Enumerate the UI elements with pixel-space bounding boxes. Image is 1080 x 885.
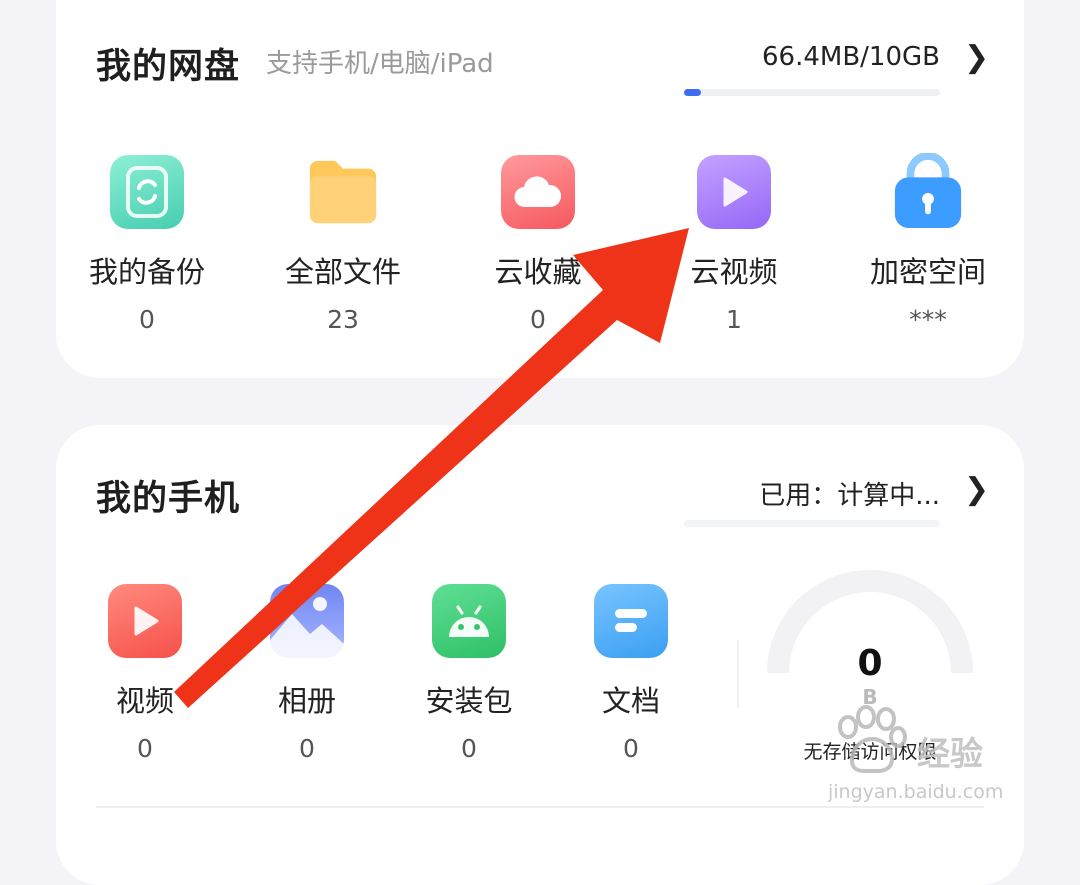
album-icon <box>270 584 344 658</box>
tile-label: 全部文件 <box>284 255 401 289</box>
tile-count: 0 <box>530 305 546 334</box>
cloud-drive-title: 我的网盘 <box>96 47 241 87</box>
tile-label: 相册 <box>277 684 336 718</box>
tile-cloud-favorites[interactable]: 云收藏 0 <box>463 155 613 334</box>
tile-label: 文档 <box>601 684 660 718</box>
tile-label: 云收藏 <box>494 255 582 289</box>
watermark: 经验 jingyan.baidu.com <box>822 705 1032 820</box>
tile-gauge-divider <box>737 640 739 708</box>
tile-count: 0 <box>299 734 315 763</box>
phone-storage-progress <box>684 520 940 527</box>
phone-usage-chevron-icon[interactable]: ❯ <box>964 472 989 507</box>
tile-count: 0 <box>137 734 153 763</box>
tile-count: *** <box>909 305 947 334</box>
tile-album[interactable]: 相册 0 <box>232 584 382 763</box>
gauge-value: 0 <box>857 643 883 684</box>
tile-video[interactable]: 视频 0 <box>70 584 220 763</box>
tile-count: 0 <box>623 734 639 763</box>
tile-cloud-video[interactable]: 云视频 1 <box>659 155 809 334</box>
cloud-storage-progress-fill <box>684 89 701 96</box>
watermark-brand: 经验 <box>917 734 983 773</box>
tile-count: 1 <box>726 305 742 334</box>
tile-label: 安装包 <box>425 684 513 718</box>
cloud-favorite-icon <box>501 155 575 229</box>
android-package-icon <box>432 584 506 658</box>
tile-label: 我的备份 <box>88 255 205 289</box>
my-phone-title: 我的手机 <box>96 479 241 519</box>
tile-all-files[interactable]: 全部文件 23 <box>268 155 418 334</box>
folder-icon <box>306 155 380 229</box>
video-play-icon <box>697 155 771 229</box>
tile-documents[interactable]: 文档 0 <box>556 584 706 763</box>
phone-storage-usage[interactable]: 已用：计算中... <box>759 475 940 512</box>
tile-label: 视频 <box>115 684 174 718</box>
tile-count: 23 <box>327 305 359 334</box>
cloud-drive-subtitle: 支持手机/电脑/iPad <box>266 49 494 79</box>
paw-logo-icon <box>838 705 907 773</box>
tile-count: 0 <box>461 734 477 763</box>
cloud-storage-progress <box>684 89 940 96</box>
cloud-storage-usage[interactable]: 66.4MB/10GB <box>762 42 940 72</box>
tile-encrypted-space[interactable]: 加密空间 *** <box>853 153 1003 334</box>
document-icon <box>594 584 668 658</box>
tile-count: 0 <box>139 305 155 334</box>
tile-label: 云视频 <box>690 255 778 289</box>
watermark-url: jingyan.baidu.com <box>828 781 1004 803</box>
tile-my-backup[interactable]: 我的备份 0 <box>72 155 222 334</box>
tile-label: 加密空间 <box>869 255 986 289</box>
lock-icon <box>891 153 965 229</box>
tile-install-package[interactable]: 安装包 0 <box>394 584 544 763</box>
backup-icon <box>110 155 184 229</box>
video-icon <box>108 584 182 658</box>
cloud-usage-chevron-icon[interactable]: ❯ <box>964 40 989 75</box>
